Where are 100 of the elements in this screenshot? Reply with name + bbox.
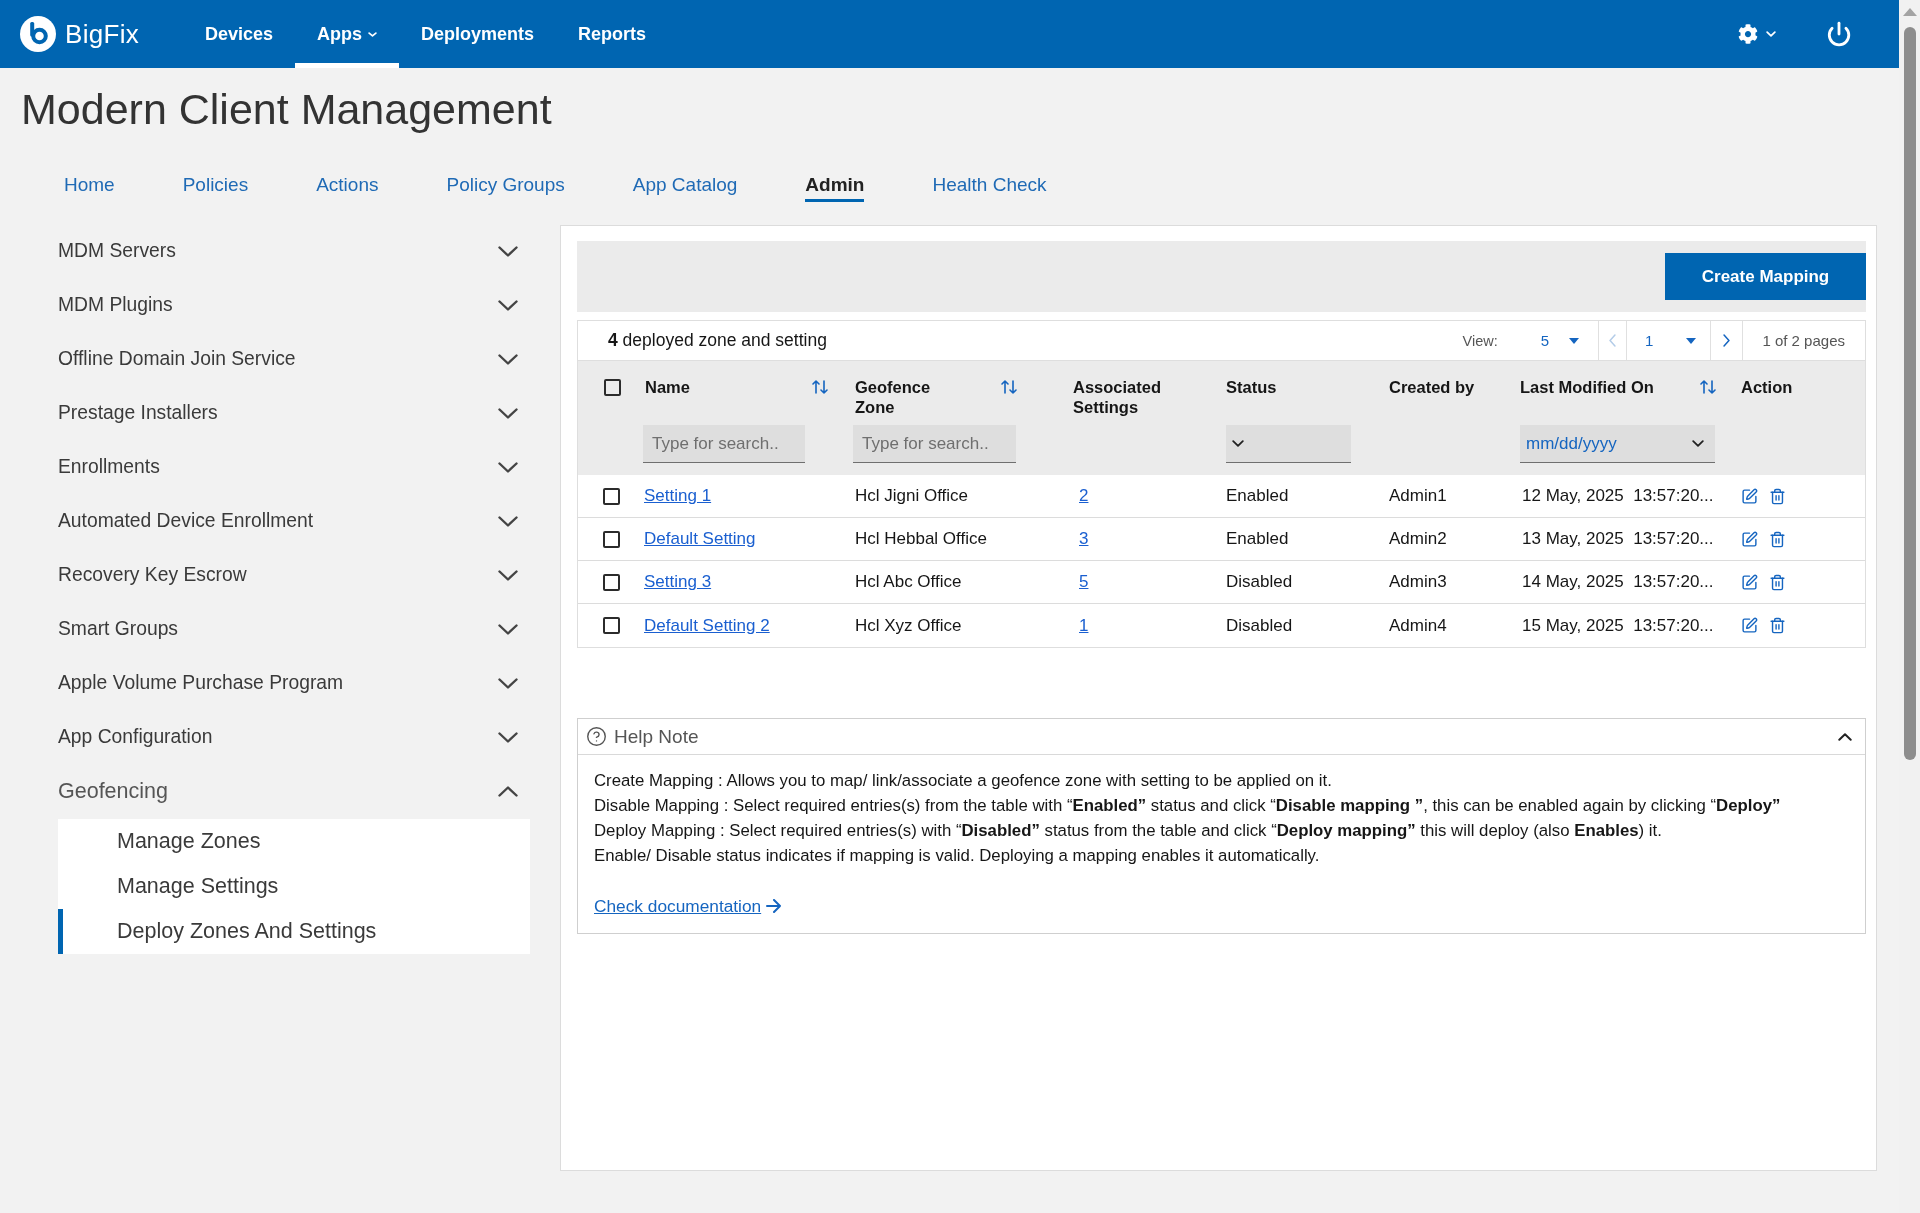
help-text: Enable/ Disable status indicates if mapping is valid. Deploying a mapping enables it automatically.: [594, 845, 1320, 867]
sidebar-item[interactable]: Geofencing: [58, 764, 530, 818]
caret-down-icon: [1686, 337, 1697, 344]
sidebar-item[interactable]: Recovery Key Escrow: [58, 548, 530, 602]
chevron-right-icon[interactable]: [1723, 334, 1731, 347]
column-header: Last Modified On: [1520, 377, 1654, 397]
submenu-item[interactable]: Deploy Zones And Settings: [58, 909, 530, 954]
help-text: Deploy Mapping : Select required entries(s) with “Disabled” status from the table and click “Deploy mapping” this will deploy (also Enables) it.: [594, 820, 1662, 842]
row-checkbox[interactable]: [603, 617, 620, 634]
table-cell: Admin2: [1389, 529, 1447, 549]
table-cell: Admin3: [1389, 572, 1447, 592]
tab[interactable]: Policies: [182, 162, 249, 202]
documentation-link[interactable]: Check documentation: [594, 894, 783, 918]
column-header: Created by: [1389, 377, 1475, 397]
table-cell: Admin4: [1389, 615, 1447, 636]
view-label: View:: [1462, 332, 1498, 349]
help-note-title: Help Note: [614, 725, 699, 748]
search-field[interactable]: Type for search..: [643, 425, 805, 463]
table-cell: Hcl Abc Office: [855, 572, 962, 592]
chevron-up-icon[interactable]: [1838, 732, 1852, 741]
question-circle-icon: [586, 726, 607, 747]
setting-name-link[interactable]: Default Setting: [644, 529, 756, 549]
setting-name-link[interactable]: Setting 3: [644, 572, 712, 592]
tab[interactable]: Admin: [805, 162, 865, 202]
caret-down-icon: [1569, 337, 1580, 344]
tab[interactable]: App Catalog: [632, 162, 738, 202]
sidebar-item[interactable]: Smart Groups: [58, 602, 530, 656]
scrollbar-thumb[interactable]: [1903, 27, 1916, 760]
help-text: Disable Mapping : Select required entries(s) from the table with “Enabled” status and click “Disable mapping ”, this can be enabled again by clicking “Deploy”: [594, 795, 1781, 817]
table-cell: 13 May, 2025 13:57:20...: [1522, 529, 1714, 549]
column-header: Name: [645, 377, 690, 397]
nav-menu-item[interactable]: Devices: [183, 0, 296, 68]
sidebar-item[interactable]: MDM Servers: [58, 224, 530, 278]
page-select[interactable]: 1: [1627, 321, 1711, 360]
settings-count-link[interactable]: 1: [1079, 615, 1089, 636]
settings-count-link[interactable]: 2: [1079, 486, 1089, 506]
pencil-icon[interactable]: [1741, 487, 1758, 505]
table-cell: Admin1: [1389, 486, 1447, 506]
trash-icon[interactable]: [1769, 487, 1786, 505]
table-cell: Hcl Jigni Office: [855, 486, 969, 506]
logo-icon: [20, 16, 56, 52]
trash-icon[interactable]: [1769, 530, 1786, 548]
sort-arrows-icon[interactable]: [1001, 380, 1017, 394]
row-checkbox[interactable]: [603, 573, 620, 591]
pencil-icon[interactable]: [1741, 530, 1758, 548]
chevron-down-icon: [1232, 440, 1244, 447]
tab[interactable]: Health Check: [932, 162, 1047, 202]
tab[interactable]: Policy Groups: [446, 162, 565, 202]
chevron-down-icon[interactable]: [1766, 31, 1776, 37]
table-cell: Disabled: [1226, 615, 1293, 636]
setting-name-link[interactable]: Default Setting 2: [644, 615, 770, 636]
sort-arrows-icon[interactable]: [812, 380, 828, 394]
page-size-select[interactable]: 5: [1528, 321, 1599, 360]
settings-icon[interactable]: [1738, 24, 1758, 44]
page-info: 1 of 2 pages: [1761, 332, 1846, 349]
column-header: Geofence Zone: [855, 377, 932, 417]
pencil-icon[interactable]: [1741, 573, 1758, 591]
sidebar-item[interactable]: App Configuration: [58, 710, 530, 764]
select-all-checkbox[interactable]: [604, 379, 621, 396]
settings-count-link[interactable]: 3: [1079, 529, 1089, 549]
search-field[interactable]: Type for search..: [853, 425, 1016, 463]
submenu-item[interactable]: Manage Settings: [58, 864, 530, 909]
filter-dropdown[interactable]: [1226, 425, 1351, 463]
sidebar-item[interactable]: MDM Plugins: [58, 278, 530, 332]
filter-dropdown[interactable]: mm/dd/yyyy: [1520, 425, 1715, 463]
brand-name: BigFix: [65, 18, 140, 50]
sidebar-item[interactable]: Automated Device Enrollment: [58, 494, 530, 548]
sidebar-item[interactable]: Apple Volume Purchase Program: [58, 656, 530, 710]
table-cell: Disabled: [1226, 572, 1293, 592]
nav-menu-item[interactable]: Apps: [295, 0, 400, 68]
sidebar-item[interactable]: Prestage Installers: [58, 386, 530, 440]
help-text: Create Mapping : Allows you to map/ link/associate a geofence zone with setting to be applied on it.: [594, 770, 1332, 792]
nav-menu-item[interactable]: Reports: [556, 0, 669, 68]
arrow-right-icon: [766, 899, 783, 913]
table-cell: 12 May, 2025 13:57:20...: [1522, 486, 1714, 506]
table-cell: Enabled: [1226, 529, 1289, 549]
setting-name-link[interactable]: Setting 1: [644, 486, 712, 506]
power-icon[interactable]: [1826, 21, 1852, 47]
tab[interactable]: Home: [64, 162, 115, 202]
tab[interactable]: Actions: [316, 162, 379, 202]
sidebar-item[interactable]: Enrollments: [58, 440, 530, 494]
column-header: Action: [1741, 377, 1793, 397]
pencil-icon[interactable]: [1741, 617, 1758, 634]
column-header: Status: [1226, 377, 1277, 397]
row-checkbox[interactable]: [603, 530, 620, 548]
table-cell: 15 May, 2025 13:57:20...: [1522, 615, 1714, 636]
settings-count-link[interactable]: 5: [1079, 572, 1089, 592]
page-title: Modern Client Management: [20, 84, 553, 135]
result-count: 4 deployed zone and setting: [607, 330, 827, 351]
table-cell: Enabled: [1226, 486, 1289, 506]
table-cell: Hcl Xyz Office: [855, 615, 962, 636]
row-checkbox[interactable]: [603, 487, 620, 505]
trash-icon[interactable]: [1769, 617, 1786, 634]
sidebar-item[interactable]: Offline Domain Join Service: [58, 332, 530, 386]
submenu-item[interactable]: Manage Zones: [58, 819, 530, 864]
nav-menu-item[interactable]: Deployments: [399, 0, 557, 68]
create-mapping-button[interactable]: Create Mapping: [1665, 253, 1866, 300]
table-cell: Hcl Hebbal Office: [855, 529, 987, 549]
trash-icon[interactable]: [1769, 573, 1786, 591]
sort-arrows-icon[interactable]: [1700, 380, 1716, 394]
